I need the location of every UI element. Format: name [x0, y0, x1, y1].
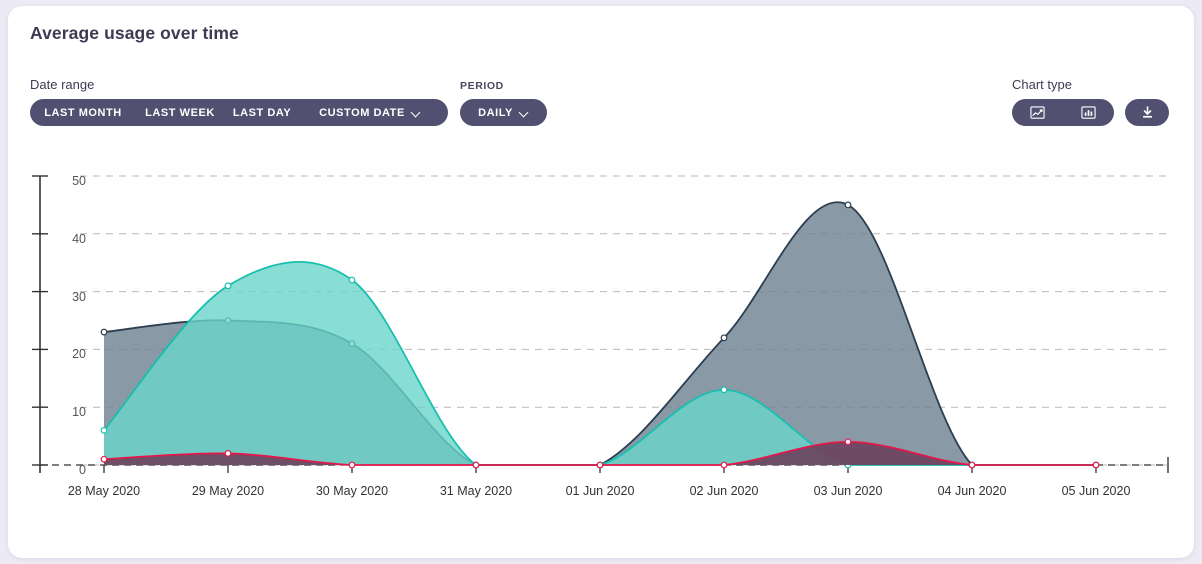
data-point-marker[interactable] — [721, 387, 727, 393]
data-point-marker[interactable] — [225, 451, 231, 457]
chart-canvas — [8, 6, 1194, 558]
x-axis-tick-label: 31 May 2020 — [411, 484, 541, 498]
area-chart — [8, 6, 1194, 558]
data-point-marker[interactable] — [101, 329, 107, 335]
x-axis-tick-label: 28 May 2020 — [39, 484, 169, 498]
data-point-marker[interactable] — [969, 462, 975, 468]
x-axis-tick-label: 04 Jun 2020 — [907, 484, 1037, 498]
x-axis-tick-label: 03 Jun 2020 — [783, 484, 913, 498]
x-axis-tick-label: 05 Jun 2020 — [1031, 484, 1161, 498]
y-axis-tick-label: 30 — [60, 290, 86, 304]
data-point-marker[interactable] — [597, 462, 603, 468]
y-axis-tick-label: 20 — [60, 347, 86, 361]
x-axis-tick-label: 29 May 2020 — [163, 484, 293, 498]
x-axis-tick-label: 30 May 2020 — [287, 484, 417, 498]
y-axis-tick-label: 50 — [60, 174, 86, 188]
data-point-marker[interactable] — [845, 202, 851, 208]
data-point-marker[interactable] — [349, 277, 355, 283]
data-point-marker[interactable] — [721, 335, 727, 341]
data-point-marker[interactable] — [225, 283, 231, 289]
y-axis-tick-label: 10 — [60, 405, 86, 419]
y-axis-tick-label: 40 — [60, 232, 86, 246]
usage-chart-card: Average usage over time Date range LAST … — [8, 6, 1194, 558]
x-axis-tick-label: 01 Jun 2020 — [535, 484, 665, 498]
data-point-marker[interactable] — [845, 439, 851, 445]
data-point-marker[interactable] — [1093, 462, 1099, 468]
data-point-marker[interactable] — [349, 462, 355, 468]
data-point-marker[interactable] — [473, 462, 479, 468]
x-axis-tick-label: 02 Jun 2020 — [659, 484, 789, 498]
data-point-marker[interactable] — [101, 428, 107, 434]
y-axis-tick-label: 0 — [60, 463, 86, 477]
data-point-marker[interactable] — [101, 456, 107, 462]
data-point-marker[interactable] — [721, 462, 727, 468]
